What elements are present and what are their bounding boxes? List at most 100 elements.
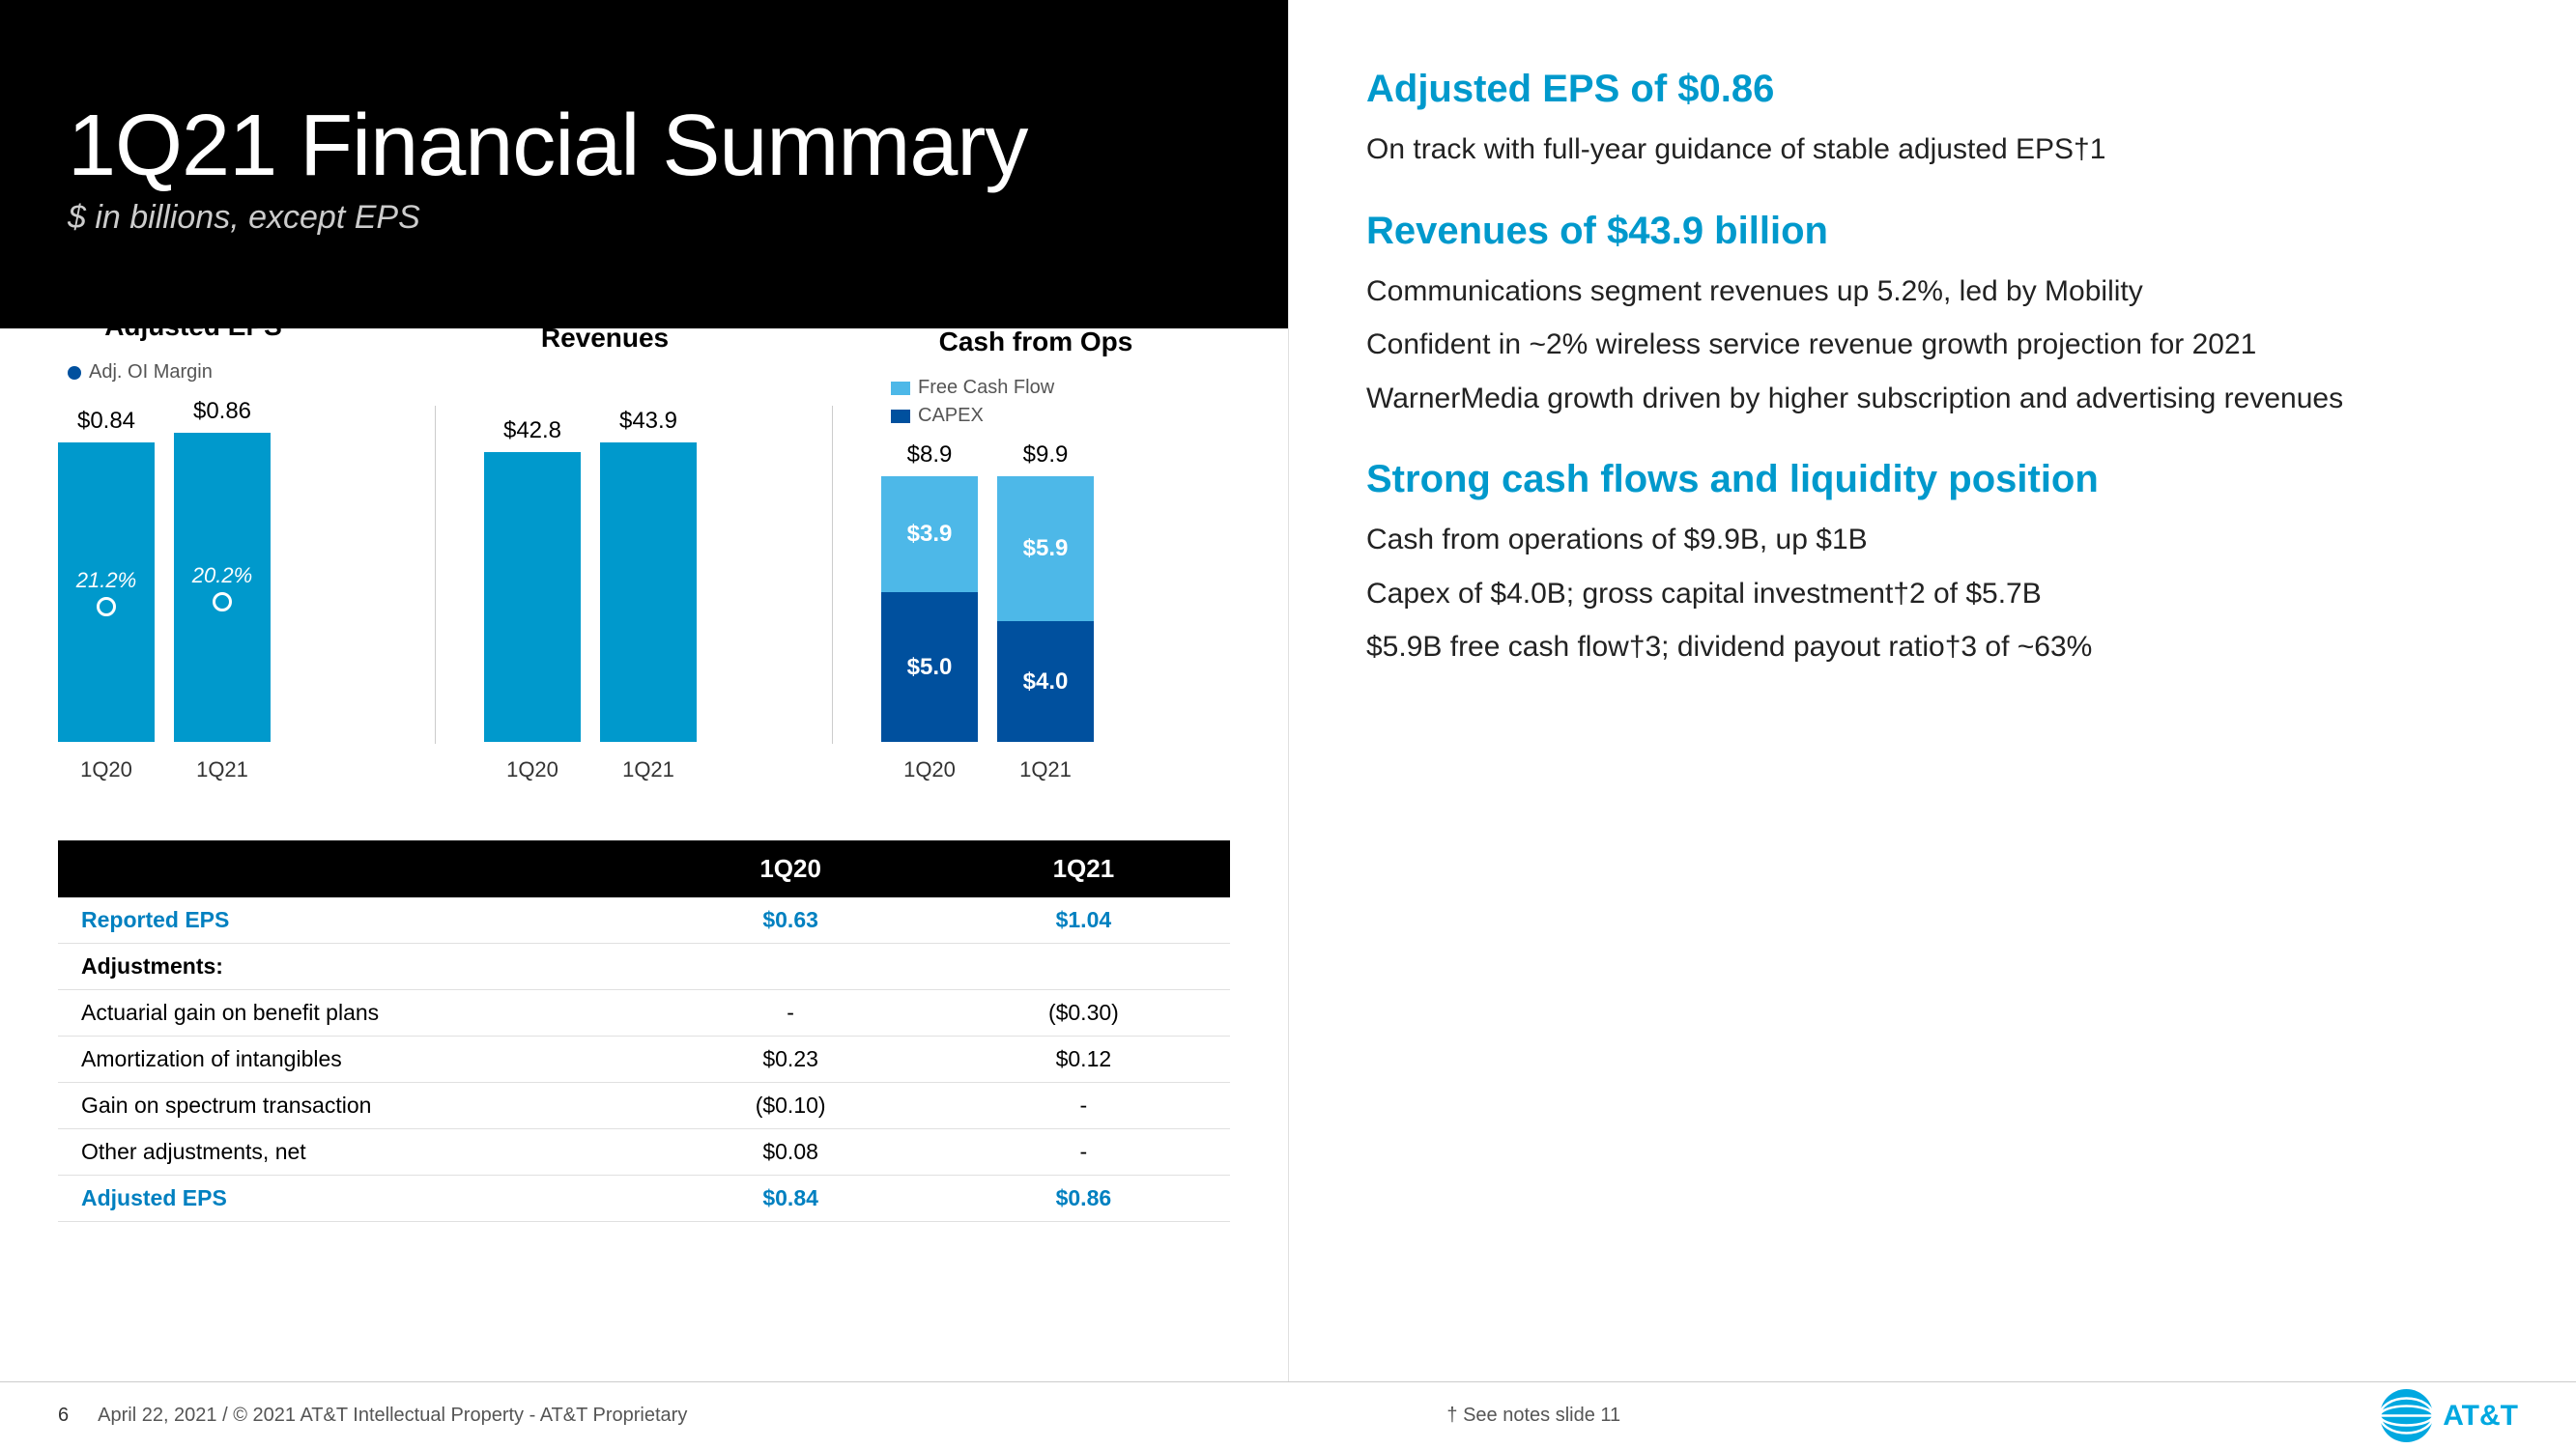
rev-bar-1q21: $43.9 1Q21 xyxy=(600,408,697,782)
left-panel: 1Q21 Financial Summary $ in billions, ex… xyxy=(0,0,1288,1381)
table-cell-1q21: - xyxy=(937,1083,1230,1129)
bar-charts-row: Adjusted EPS Adj. OI Margin $0.84 21.2% xyxy=(58,377,1230,782)
charts-section: Adjusted EPS Adj. OI Margin $0.84 21.2% xyxy=(0,328,1288,1381)
rev-value-1q21: $43.9 xyxy=(619,408,677,435)
table-cell-1q21: - xyxy=(937,1129,1230,1176)
cash-total-1q20: $8.9 xyxy=(907,441,953,469)
table-cell-1q21: $1.04 xyxy=(937,897,1230,944)
eps-bar-rect-1q21: 20.2% xyxy=(174,433,271,742)
table-col-1q21: 1Q21 xyxy=(937,840,1230,897)
rev-value-1q20: $42.8 xyxy=(503,417,561,444)
cash-ops-chart-area: $8.9 $3.9 $5.0 1Q20 $9.9 $5.9 xyxy=(881,441,1094,782)
cash-fcf-segment-1q21: $5.9 xyxy=(997,476,1094,621)
right-bullet-1-1: Confident in ~2% wireless service revenu… xyxy=(1366,324,2499,366)
revenues-chart: Revenues $42.8 1Q20 $43.9 1Q21 xyxy=(484,323,726,782)
cash-total-1q21: $9.9 xyxy=(1023,441,1069,469)
right-bullet-2-2: $5.9B free cash flow†3; dividend payout … xyxy=(1366,626,2499,668)
table-cell-1q21: ($0.30) xyxy=(937,990,1230,1037)
table-row: Adjusted EPS$0.84$0.86 xyxy=(58,1176,1230,1222)
right-bullet-1-0: Communications segment revenues up 5.2%,… xyxy=(1366,270,2499,313)
cash-bar-1q21: $9.9 $5.9 $4.0 1Q21 xyxy=(997,441,1094,782)
chart-divider-1 xyxy=(435,406,436,744)
eps-bar-text-1q21: 20.2% xyxy=(192,563,252,611)
footer-left: 6 April 22, 2021 / © 2021 AT&T Intellect… xyxy=(58,1405,687,1427)
right-bullet-0-0: On track with full-year guidance of stab… xyxy=(1366,128,2499,171)
table-row: Amortization of intangibles$0.23$0.12 xyxy=(58,1037,1230,1083)
cash-ops-legend: Free Cash Flow CAPEX xyxy=(891,377,1054,427)
fcf-legend-label: Free Cash Flow xyxy=(918,377,1054,399)
table-cell-label: Adjusted EPS xyxy=(58,1176,644,1222)
table-cell-label: Amortization of intangibles xyxy=(58,1037,644,1083)
title-section: 1Q21 Financial Summary $ in billions, ex… xyxy=(0,0,1288,328)
cash-capex-segment-1q21: $4.0 xyxy=(997,621,1094,742)
slide-title: 1Q21 Financial Summary xyxy=(68,102,1220,189)
rev-bar-rect-1q21 xyxy=(600,442,697,742)
att-logo-icon xyxy=(2380,1389,2433,1442)
eps-table-section: 1Q20 1Q21 Reported EPS$0.63$1.04Adjustme… xyxy=(58,840,1230,1222)
revenues-chart-area: $42.8 1Q20 $43.9 1Q21 xyxy=(484,408,697,782)
footer-copyright: April 22, 2021 / © 2021 AT&T Intellectua… xyxy=(98,1405,687,1427)
table-row: Gain on spectrum transaction($0.10)- xyxy=(58,1083,1230,1129)
table-cell-1q20: ($0.10) xyxy=(644,1083,937,1129)
eps-bar-1q20: $0.84 21.2% 1Q20 xyxy=(58,408,155,782)
legend-dot-icon xyxy=(68,366,81,380)
right-bullet-1-2: WarnerMedia growth driven by higher subs… xyxy=(1366,378,2499,420)
table-cell-label: Other adjustments, net xyxy=(58,1129,644,1176)
right-section-heading-2: Strong cash flows and liquidity position xyxy=(1366,458,2499,501)
eps-chart-area: $0.84 21.2% 1Q20 $0.86 xyxy=(58,398,271,782)
table-cell-1q21: $0.86 xyxy=(937,1176,1230,1222)
cash-capex-segment-1q20: $5.0 xyxy=(881,592,978,742)
att-logo-text: AT&T xyxy=(2443,1400,2518,1433)
table-header-row: 1Q20 1Q21 xyxy=(58,840,1230,897)
table-cell-1q20 xyxy=(644,944,937,990)
capex-legend-item: CAPEX xyxy=(891,405,1054,427)
eps-legend-label: Adj. OI Margin xyxy=(89,361,213,384)
table-row: Actuarial gain on benefit plans-($0.30) xyxy=(58,990,1230,1037)
right-section-heading-1: Revenues of $43.9 billion xyxy=(1366,210,2499,253)
cash-ops-chart-title: Cash from Ops xyxy=(881,327,1190,357)
footer: 6 April 22, 2021 / © 2021 AT&T Intellect… xyxy=(0,1381,2576,1449)
fcf-legend-color xyxy=(891,382,910,395)
right-panel: Adjusted EPS of $0.86 On track with full-… xyxy=(1288,0,2576,1381)
table-cell-1q20: $0.23 xyxy=(644,1037,937,1083)
rev-quarter-label-1q21: 1Q21 xyxy=(622,757,674,782)
table-row: Other adjustments, net$0.08- xyxy=(58,1129,1230,1176)
table-cell-1q20: - xyxy=(644,990,937,1037)
table-row: Reported EPS$0.63$1.04 xyxy=(58,897,1230,944)
right-section-heading-0: Adjusted EPS of $0.86 xyxy=(1366,68,2499,111)
table-cell-label: Gain on spectrum transaction xyxy=(58,1083,644,1129)
eps-chart-title: Adjusted EPS xyxy=(58,311,329,342)
table-cell-1q20: $0.63 xyxy=(644,897,937,944)
right-bullet-2-1: Capex of $4.0B; gross capital investment… xyxy=(1366,573,2499,615)
eps-value-1q21: $0.86 xyxy=(193,398,251,425)
chart-divider-2 xyxy=(832,406,833,744)
eps-value-1q20: $0.84 xyxy=(77,408,135,435)
eps-chart: Adjusted EPS Adj. OI Margin $0.84 21.2% xyxy=(58,311,329,782)
table-cell-1q20: $0.84 xyxy=(644,1176,937,1222)
fcf-legend-item: Free Cash Flow xyxy=(891,377,1054,399)
eps-circle-icon-1q21 xyxy=(213,592,232,611)
table-col-label xyxy=(58,840,644,897)
cash-stacked-1q20: $3.9 $5.0 xyxy=(881,476,978,742)
eps-bar-text-1q20: 21.2% xyxy=(76,568,136,616)
eps-bar-rect-1q20: 21.2% xyxy=(58,442,155,742)
cash-stacked-1q21: $5.9 $4.0 xyxy=(997,476,1094,742)
table-cell-label: Adjustments: xyxy=(58,944,644,990)
capex-legend-label: CAPEX xyxy=(918,405,984,427)
rev-quarter-label-1q20: 1Q20 xyxy=(506,757,558,782)
eps-bar-1q21: $0.86 20.2% 1Q21 xyxy=(174,398,271,782)
table-cell-1q21 xyxy=(937,944,1230,990)
capex-legend-color xyxy=(891,410,910,423)
cash-quarter-label-1q20: 1Q20 xyxy=(903,757,956,782)
rev-bar-rect-1q20 xyxy=(484,452,581,742)
footer-page-number: 6 xyxy=(58,1405,69,1427)
table-cell-label: Reported EPS xyxy=(58,897,644,944)
right-bullet-2-0: Cash from operations of $9.9B, up $1B xyxy=(1366,519,2499,561)
revenues-chart-title: Revenues xyxy=(484,323,726,354)
right-sections: Adjusted EPS of $0.86 On track with full-… xyxy=(1366,68,2499,668)
cash-bar-1q20: $8.9 $3.9 $5.0 1Q20 xyxy=(881,441,978,782)
table-cell-1q21: $0.12 xyxy=(937,1037,1230,1083)
eps-circle-icon-1q20 xyxy=(97,597,116,616)
eps-legend: Adj. OI Margin xyxy=(68,361,213,384)
slide-subtitle: $ in billions, except EPS xyxy=(68,199,1220,237)
